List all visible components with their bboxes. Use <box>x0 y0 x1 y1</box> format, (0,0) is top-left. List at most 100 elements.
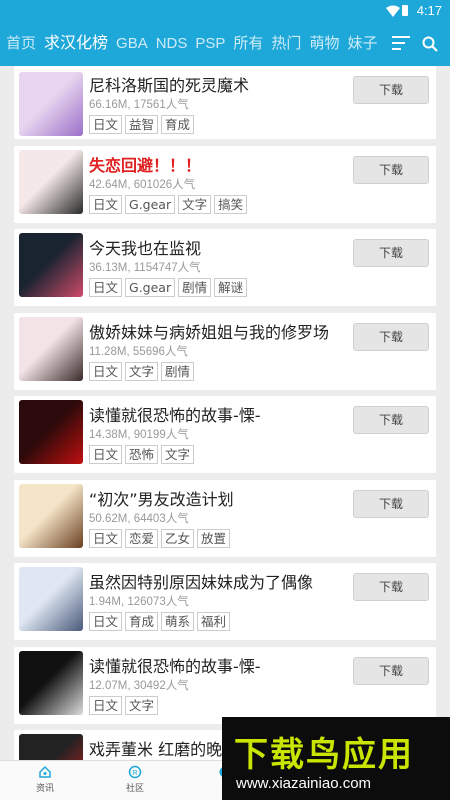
game-title[interactable]: 戏弄董米 红磨的晚 <box>89 736 222 760</box>
game-card[interactable]: “初次”男友改造计划 50.62M, 64403人气 日文 恋爱 乙女 放置 下载 <box>14 479 436 557</box>
game-size: 36.13M <box>89 262 128 274</box>
game-card[interactable]: 尼科洛斯国的死灵魔术 66.16M, 17561人气日文 益智 育成 下载 <box>14 66 436 139</box>
game-thumbnail[interactable] <box>19 316 83 381</box>
game-tag[interactable]: 剧情 <box>161 361 195 381</box>
game-tag[interactable]: 日文 <box>89 695 123 715</box>
game-tag[interactable]: 乙女 <box>161 528 195 548</box>
game-title[interactable]: 失恋回避！！！ <box>89 152 201 176</box>
game-tag[interactable]: 日文 <box>89 194 123 214</box>
download-button[interactable]: 下载 <box>353 489 429 518</box>
game-tag[interactable]: 解谜 <box>214 278 248 297</box>
game-card[interactable]: 今天我也在监视 36.13M, 1154747人气日文 G.gear 剧情 解谜 下载 <box>14 229 436 306</box>
tab-3[interactable]: NDS <box>152 22 192 66</box>
game-size: 66.16M <box>89 99 128 111</box>
game-tag[interactable]: 育成 <box>125 612 159 631</box>
game-tag[interactable]: G.gear <box>125 194 176 214</box>
game-popularity: 601026人气 <box>133 178 196 191</box>
bottom-item-community[interactable]: R 社区 <box>110 765 160 794</box>
game-list: 尼科洛斯国的死灵魔术 66.16M, 17561人气 日文 益智 育成 下载 失恋回避！！！… <box>14 66 436 800</box>
game-size: 12.07M <box>89 679 128 692</box>
game-tag[interactable]: 文字 <box>125 695 159 715</box>
game-tag[interactable]: 文字 <box>178 194 212 214</box>
menu-icon[interactable] <box>392 36 410 52</box>
community-icon: R <box>128 765 142 779</box>
game-tag[interactable]: 日文 <box>89 278 123 297</box>
game-tag[interactable]: 日文 <box>89 361 123 381</box>
game-tag[interactable]: 剧情 <box>178 278 212 297</box>
game-size: 14.38M <box>89 429 128 441</box>
game-thumbnail[interactable] <box>19 483 83 548</box>
game-tag[interactable]: 萌系 <box>161 612 195 631</box>
game-tags: 日文 文字 <box>89 695 161 715</box>
game-title[interactable]: “初次”男友改造计划 <box>89 486 234 510</box>
game-tag[interactable]: 日文 <box>89 612 123 631</box>
game-tag[interactable]: 文字 <box>161 445 195 464</box>
game-tags: 日文 益智 育成 <box>89 114 197 134</box>
game-title[interactable]: 尼科洛斯国的死灵魔术 <box>89 72 249 96</box>
tab-4[interactable]: PSP <box>191 22 229 66</box>
bottom-item-news[interactable]: 资讯 <box>20 765 70 794</box>
game-popularity: 17561人气 <box>133 99 189 111</box>
game-meta: 1.94M, 126073人气 <box>89 596 189 608</box>
tab-7[interactable]: 萌物 <box>305 22 343 66</box>
game-meta: 66.16M, 17561人气 <box>89 99 189 111</box>
top-nav: 首页 求汉化榜 GBA NDS PSP 所有 热门 萌物 妹子 <box>0 22 450 66</box>
tab-1[interactable]: 求汉化榜 <box>40 22 112 66</box>
game-card[interactable]: 读懂就很恐怖的故事-慄- 12.07M, 30492人气 日文 文字 下载 <box>14 646 436 724</box>
game-thumbnail[interactable] <box>19 400 83 464</box>
game-title[interactable]: 今天我也在监视 <box>89 235 201 259</box>
download-button[interactable]: 下载 <box>353 573 429 601</box>
game-tag[interactable]: 搞笑 <box>214 194 248 214</box>
game-tags: 日文 G.gear 文字 搞笑 <box>89 194 250 214</box>
game-card[interactable]: 虽然因特别原因妹妹成为了偶像 1.94M, 126073人气日文 育成 萌系 福利 下载 <box>14 563 436 640</box>
download-button[interactable]: 下载 <box>353 322 429 351</box>
game-tag[interactable]: 日文 <box>89 445 123 464</box>
game-card[interactable]: 失恋回避！！！ 42.64M, 601026人气 日文 G.gear 文字 搞笑 下载 <box>14 145 436 223</box>
download-button[interactable]: 下载 <box>353 239 429 267</box>
game-tags: 日文 恋爱 乙女 放置 <box>89 528 233 548</box>
bottom-item-label: 资讯 <box>35 784 54 794</box>
game-tag[interactable]: 恋爱 <box>125 528 159 548</box>
game-size: 1.94M <box>89 596 121 608</box>
game-tag[interactable]: 恐怖 <box>125 445 159 464</box>
tab-2[interactable]: GBA <box>112 22 152 66</box>
game-tag[interactable]: 文字 <box>125 361 159 381</box>
download-button[interactable]: 下载 <box>353 656 429 685</box>
game-tag[interactable]: 益智 <box>125 115 159 134</box>
tab-0[interactable]: 首页 <box>0 22 40 66</box>
game-tags: 日文 恐怖 文字 <box>89 444 197 464</box>
download-button[interactable]: 下载 <box>353 76 429 104</box>
game-tag[interactable]: G.gear <box>125 278 176 297</box>
tab-6[interactable]: 热门 <box>267 22 305 66</box>
game-title[interactable]: 读懂就很恐怖的故事-慄- <box>89 653 261 677</box>
game-meta: 36.13M, 1154747人气 <box>89 262 201 274</box>
game-thumbnail[interactable] <box>19 567 83 631</box>
game-title[interactable]: 读懂就很恐怖的故事-慄- <box>89 402 261 426</box>
game-thumbnail[interactable] <box>19 233 83 297</box>
game-thumbnail[interactable] <box>19 149 83 214</box>
watermark-logo: 下载鸟应用 www.xiazainiao.com <box>222 717 450 800</box>
game-meta: 11.28M, 55696人气 <box>89 345 188 358</box>
game-thumbnail[interactable] <box>19 72 83 136</box>
tab-5[interactable]: 所有 <box>229 22 267 66</box>
game-popularity: 30492人气 <box>133 679 189 692</box>
game-tag[interactable]: 育成 <box>161 115 195 134</box>
game-tag[interactable]: 日文 <box>89 115 123 134</box>
game-thumbnail[interactable] <box>19 650 83 715</box>
game-tag[interactable]: 日文 <box>89 528 123 548</box>
watermark-title: 下载鸟应用 <box>234 735 414 775</box>
game-tags: 日文 育成 萌系 福利 <box>89 611 233 631</box>
game-tag[interactable]: 放置 <box>197 528 231 548</box>
download-button[interactable]: 下载 <box>353 406 429 434</box>
wifi-icon <box>386 5 400 17</box>
game-title[interactable]: 傲娇妹妹与病娇姐姐与我的修罗场 <box>89 319 329 343</box>
game-card[interactable]: 读懂就很恐怖的故事-慄- 14.38M, 90199人气 日文 恐怖 文字 下载 <box>14 396 436 473</box>
game-size: 42.64M <box>89 178 128 191</box>
bottom-item-label: 社区 <box>125 784 144 794</box>
game-tag[interactable]: 福利 <box>197 612 231 631</box>
game-card[interactable]: 傲娇妹妹与病娇姐姐与我的修罗场 11.28M, 55696人气日文 文字 剧情 下载 <box>14 312 436 390</box>
tab-8[interactable]: 妹子 <box>343 22 381 66</box>
game-title[interactable]: 虽然因特别原因妹妹成为了偶像 <box>89 569 313 593</box>
download-button[interactable]: 下载 <box>353 155 429 184</box>
search-icon[interactable] <box>422 36 438 52</box>
